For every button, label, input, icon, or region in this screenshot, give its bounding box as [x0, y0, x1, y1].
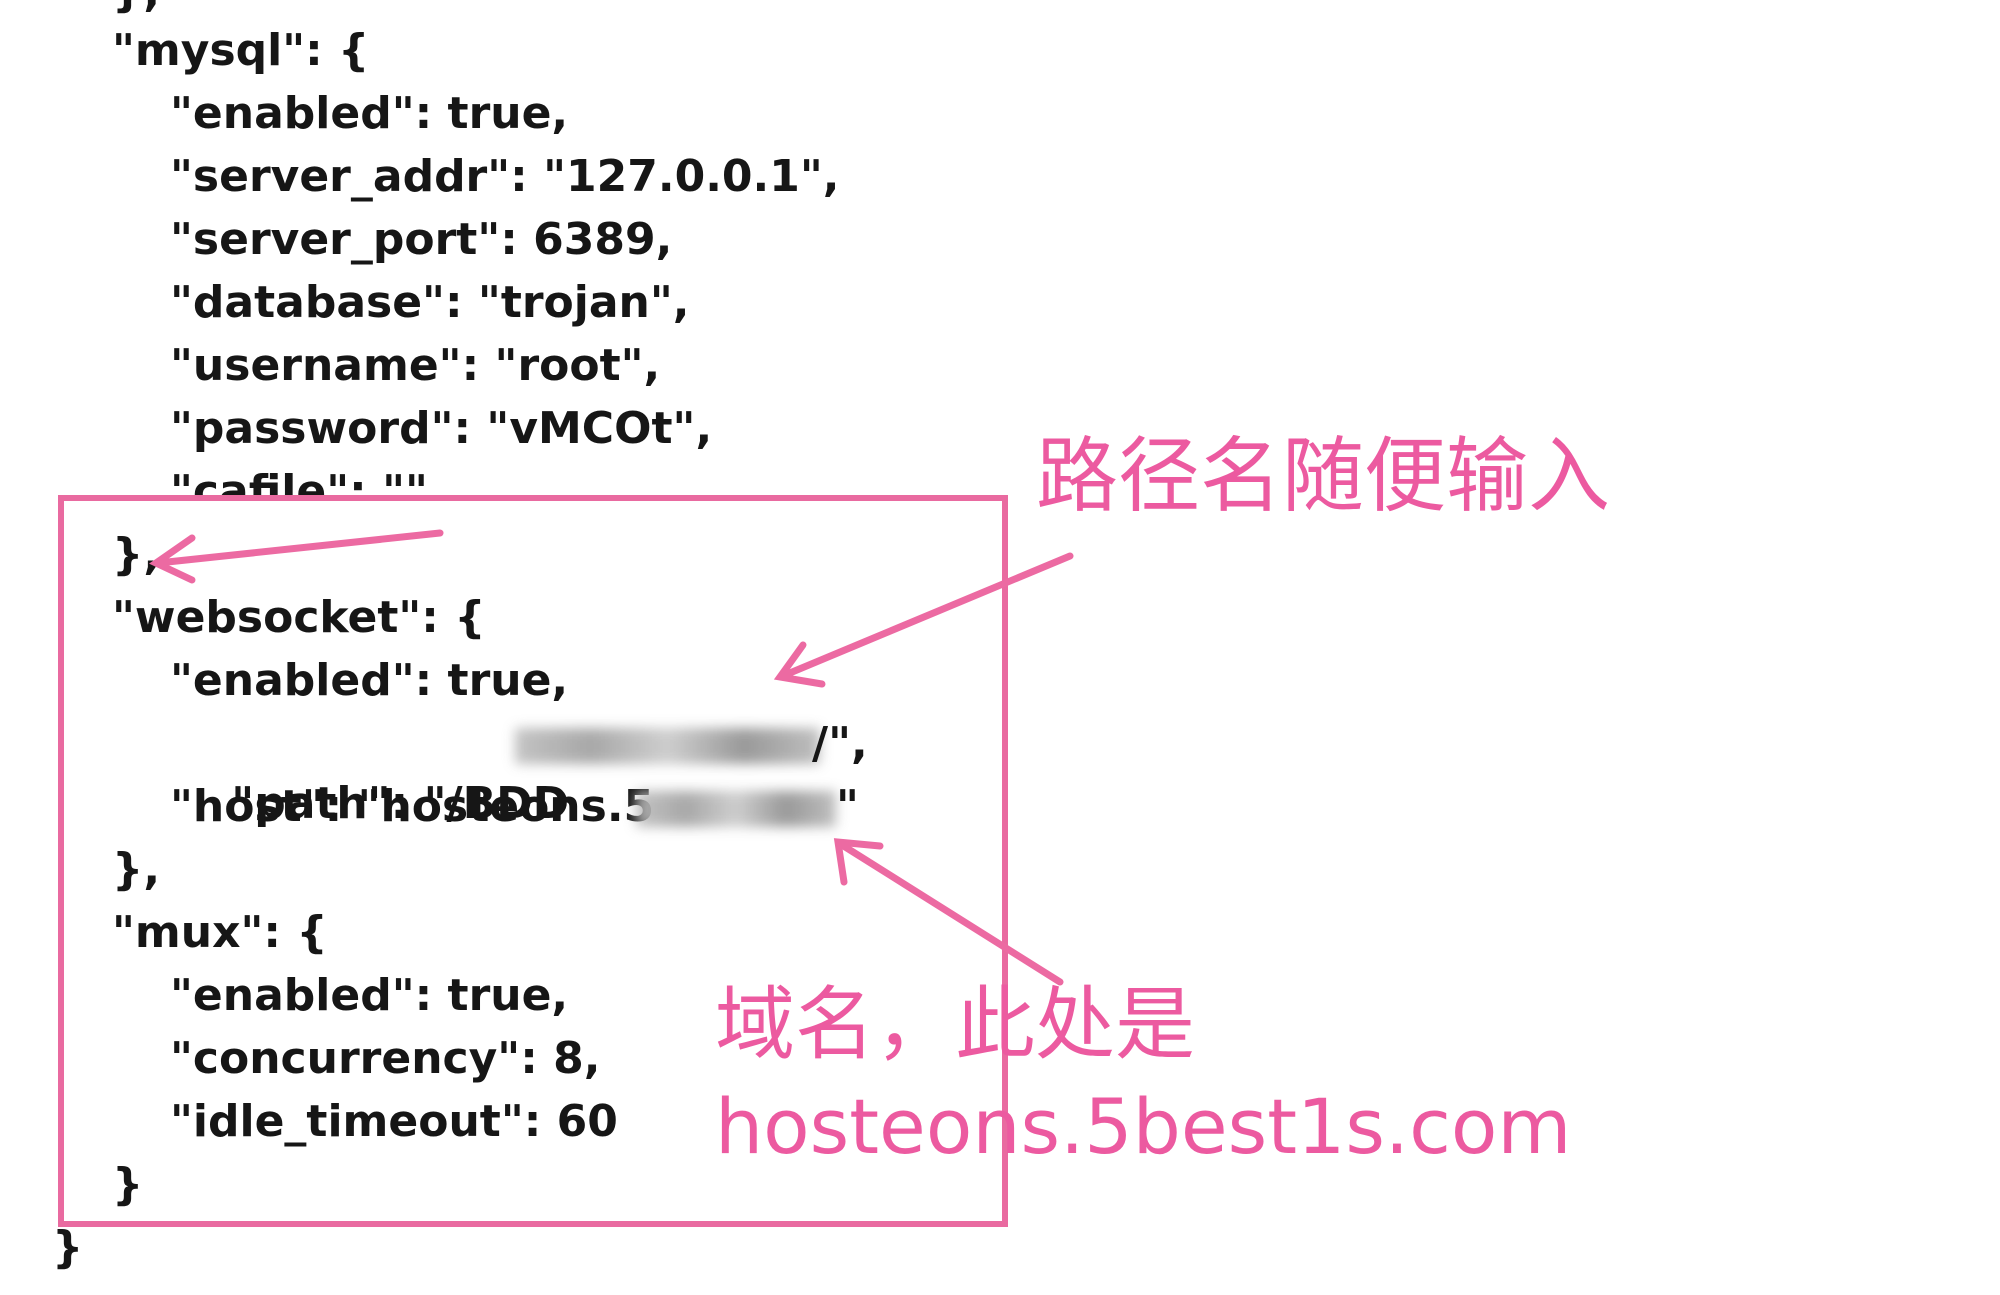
path-annotation: 路径名随便输入: [1036, 429, 1611, 524]
arrow-to-path: [781, 552, 1074, 679]
arrow-to-host: [838, 841, 1064, 986]
domain-annotation-line1: 域名，此处是: [715, 978, 1195, 1071]
screenshot-canvas: }, "mysql": { "enabled": true, "server_a…: [0, 0, 2000, 1295]
domain-annotation-line2: hosteons.5best1s.com: [715, 1082, 1572, 1171]
arrow-to-mysql-close: [154, 529, 444, 567]
